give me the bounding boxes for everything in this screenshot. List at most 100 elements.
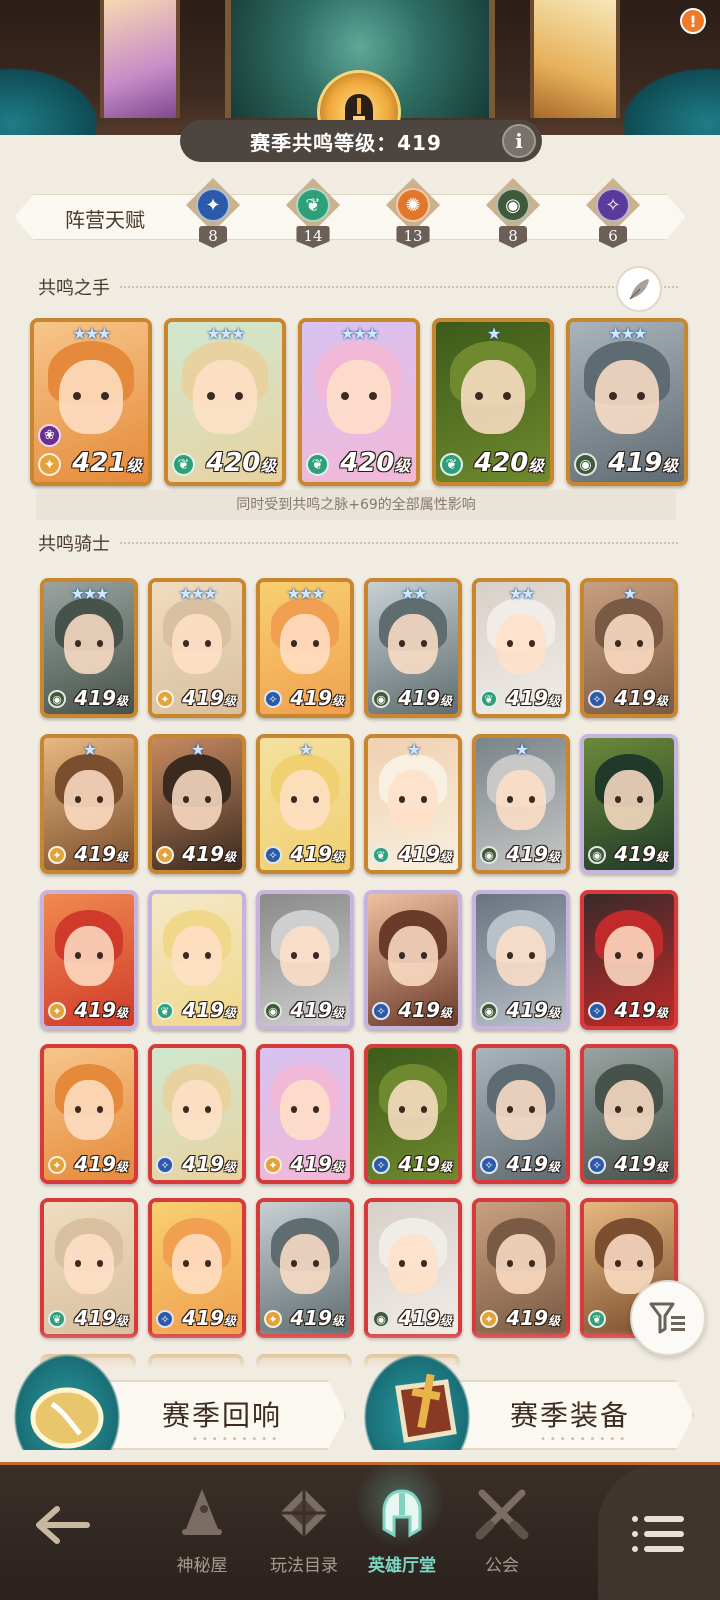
hero-level-unit: 级 [655,694,668,708]
back-button[interactable] [28,1495,98,1555]
star-rating: ★ [298,740,313,759]
celestial-faction-icon: ✧ [372,1156,390,1174]
hero-level-unit: 级 [115,1160,128,1174]
faction-talent-title: 阵营天赋 [65,208,145,232]
hero-card[interactable]: ★ ✧ 419级 [580,578,678,718]
hero-card[interactable]: ✦ 419级 [256,1044,354,1184]
hero-level-value: 419 [74,998,116,1022]
faction-badge[interactable]: ❦ 14 [284,178,342,248]
game-catalog-icon [274,1483,334,1543]
hero-card[interactable]: ★ ❦ 419级 [364,734,462,874]
hero-level: 419级 [74,1306,128,1330]
hero-level-value: 419 [398,1152,440,1176]
section-divider [120,286,678,288]
star-rating: ★ [406,740,421,759]
hero-card[interactable]: ✧ 419级 [364,890,462,1030]
hero-card[interactable]: ★★★ ✧ 419级 [256,578,354,718]
hero-card[interactable]: ◉ 419级 [580,734,678,874]
nav-game-catalog[interactable]: 玩法目录 [254,1483,354,1593]
hero-level-unit: 级 [547,1160,560,1174]
hero-card[interactable]: ✧ 419级 [580,1044,678,1184]
season-echo-icon [22,1374,112,1458]
hero-card[interactable]: ★★★ ◉ 419级 [40,578,138,718]
hero-level-value: 419 [614,686,656,710]
hero-level-unit: 级 [331,1006,344,1020]
faction-badge[interactable]: ✺ 13 [384,178,442,248]
hero-card[interactable]: ✧ 419级 [148,1044,246,1184]
feature-area: 赛季回响 ••••••••• 赛季装备 ••••••••• [0,1330,720,1460]
hero-level: 419级 [74,686,128,710]
hero-card[interactable]: ◉ 419级 [256,890,354,1030]
hero-card[interactable]: ★ ✦ 419级 [40,734,138,874]
hero-level: 419级 [506,1152,560,1176]
menu-list-icon [632,1516,684,1552]
hero-card[interactable]: ★ ◉ 419级 [472,734,570,874]
hero-card[interactable]: ✦ 419级 [256,1198,354,1338]
nav-mystery-house[interactable]: 神秘屋 [152,1483,252,1593]
info-button[interactable]: i [502,124,536,158]
hero-card[interactable]: ◉ 419级 [472,890,570,1030]
hero-card[interactable]: ★★★ ❦ 420级 [164,318,286,486]
nav-guild[interactable]: 公会 [452,1483,552,1593]
hero-card[interactable]: ❦ 419级 [148,890,246,1030]
faction-badge[interactable]: ✧ 6 [584,178,642,248]
hero-card[interactable]: ❦ 419级 [40,1198,138,1338]
nav-hero-hall[interactable]: 英雄厅堂 [352,1483,452,1593]
filter-button[interactable] [630,1280,706,1356]
star-compass-icon: ✦ [196,188,230,222]
wilder-faction-icon: ❦ [440,453,463,476]
hero-level-unit: 级 [115,850,128,864]
hero-level: 419级 [290,1306,344,1330]
hero-card[interactable]: ★★★ ✦ ❀ 421级 [30,318,152,486]
hero-card[interactable]: ★★★ ✦ 419级 [148,578,246,718]
hero-level-value: 420 [474,448,529,478]
hero-level-unit: 级 [223,1160,236,1174]
hero-card[interactable]: ✧ 419级 [472,1044,570,1184]
hero-card[interactable]: ◉ 419级 [364,1198,462,1338]
hero-card[interactable]: ✧ 419级 [364,1044,462,1184]
hero-card[interactable]: ★ ❦ 420级 [432,318,554,486]
graveborn-faction-icon: ◉ [372,690,390,708]
hero-card[interactable]: ★ ✦ 419级 [148,734,246,874]
hero-level: 420级 [474,448,544,478]
faction-badge[interactable]: ◉ 8 [484,178,542,248]
wilder-faction-icon: ❦ [480,690,498,708]
resonance-knights-title: 共鸣骑士 [38,534,110,555]
nav-label: 公会 [485,1556,519,1576]
hero-card[interactable]: ✧ 419级 [580,890,678,1030]
hero-level: 419级 [506,1306,560,1330]
hero-level: 419级 [614,1152,668,1176]
menu-button[interactable] [598,1465,720,1600]
bottom-navigation: 神秘屋 玩法目录 英雄厅堂 公会 [0,1457,720,1600]
hero-level-value: 419 [74,1152,116,1176]
hero-card[interactable]: ★★★ ◉ 419级 [566,318,688,486]
hero-level-value: 420 [206,448,261,478]
hero-card[interactable]: ✦ 419级 [40,1044,138,1184]
season-gear-icon [384,1368,468,1458]
hero-card[interactable]: ★★★ ❦ 420级 [298,318,420,486]
season-echo-label: 赛季回响 [162,1399,283,1432]
star-rating: ★ [190,740,205,759]
hero-level: 419级 [74,1152,128,1176]
hero-card[interactable]: ✦ 419级 [472,1198,570,1338]
lightbearer-faction-icon: ✦ [48,1156,66,1174]
celestial-faction-icon: ✧ [156,1156,174,1174]
hero-card[interactable]: ★ ✧ 419级 [256,734,354,874]
hero-card[interactable]: ✦ 419级 [40,890,138,1030]
hero-level-unit: 级 [439,1314,452,1328]
quill-edit-button[interactable] [616,266,662,312]
celestial-faction-icon: ✧ [480,1156,498,1174]
faction-badge[interactable]: ✦ 8 [184,178,242,248]
hero-level-unit: 级 [547,694,560,708]
hero-card[interactable]: ✧ 419级 [148,1198,246,1338]
hero-card[interactable]: ★★ ◉ 419级 [364,578,462,718]
hero-level-unit: 级 [439,850,452,864]
decorative-dots: ••••••••• [540,1434,630,1445]
hero-level: 420级 [206,448,276,478]
hero-level-value: 419 [182,1152,224,1176]
faction-talent-bar: 阵营天赋 ✦ 8 ❦ 14 ✺ 13 ◉ 8 ✧ 6 [0,178,700,258]
hero-card[interactable]: ★★ ❦ 419级 [472,578,570,718]
section-divider [120,542,678,544]
lightbearer-faction-icon: ✦ [264,1310,282,1328]
star-rating: ★ [514,740,529,759]
